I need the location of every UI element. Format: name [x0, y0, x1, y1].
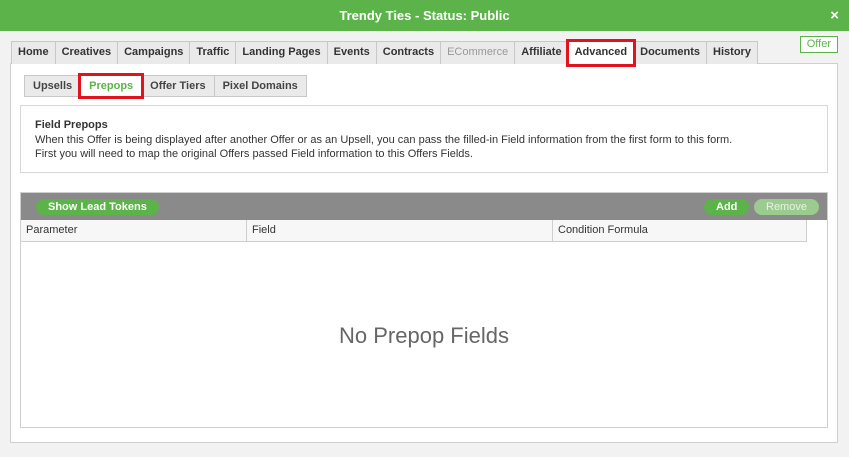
- subtab-offer-tiers[interactable]: Offer Tiers: [141, 75, 215, 97]
- subtab-pixel-domains[interactable]: Pixel Domains: [213, 75, 307, 97]
- tab-campaigns[interactable]: Campaigns: [117, 41, 191, 64]
- show-lead-tokens-button[interactable]: Show Lead Tokens: [36, 199, 159, 215]
- column-header-condition-formula[interactable]: Condition Formula: [553, 220, 807, 241]
- subtab-upsells[interactable]: Upsells: [24, 75, 82, 97]
- grid-toolbar: Show Lead Tokens Add Remove: [21, 193, 827, 220]
- column-header-parameter[interactable]: Parameter: [21, 220, 247, 241]
- window-title: Trendy Ties - Status: Public: [339, 8, 510, 23]
- offer-badge: Offer: [799, 36, 838, 53]
- tab-creatives[interactable]: Creatives: [54, 41, 119, 64]
- main-tabs: Home Creatives Campaigns Traffic Landing…: [11, 39, 758, 67]
- grid-header-row: Parameter Field Condition Formula: [21, 220, 807, 242]
- prepop-grid: Show Lead Tokens Add Remove Parameter Fi…: [20, 192, 828, 428]
- tab-events[interactable]: Events: [326, 41, 377, 64]
- tab-contracts[interactable]: Contracts: [375, 41, 442, 64]
- window-titlebar: Trendy Ties - Status: Public ×: [0, 0, 849, 31]
- tab-advanced[interactable]: Advanced: [565, 39, 637, 67]
- column-header-field[interactable]: Field: [247, 220, 553, 241]
- tab-traffic[interactable]: Traffic: [189, 41, 237, 64]
- info-heading: Field Prepops: [35, 119, 108, 131]
- add-button[interactable]: Add: [704, 199, 750, 215]
- info-line-2: First you will need to map the original …: [35, 148, 473, 160]
- advanced-subtabs: Upsells Prepops Offer Tiers Pixel Domain…: [24, 73, 307, 99]
- tab-documents[interactable]: Documents: [633, 41, 708, 64]
- tab-home[interactable]: Home: [11, 41, 56, 64]
- tab-history[interactable]: History: [706, 41, 758, 64]
- info-line-1: When this Offer is being displayed after…: [35, 134, 733, 146]
- field-prepops-info: Field Prepops When this Offer is being d…: [20, 105, 828, 173]
- tab-affiliate[interactable]: Affiliate: [514, 41, 569, 64]
- empty-state-text: No Prepop Fields: [339, 323, 509, 348]
- remove-button[interactable]: Remove: [754, 199, 819, 215]
- tab-ecommerce[interactable]: ECommerce: [440, 41, 516, 64]
- subtab-prepops[interactable]: Prepops: [78, 73, 145, 99]
- tab-landing-pages[interactable]: Landing Pages: [235, 41, 328, 64]
- close-icon[interactable]: ×: [830, 0, 839, 31]
